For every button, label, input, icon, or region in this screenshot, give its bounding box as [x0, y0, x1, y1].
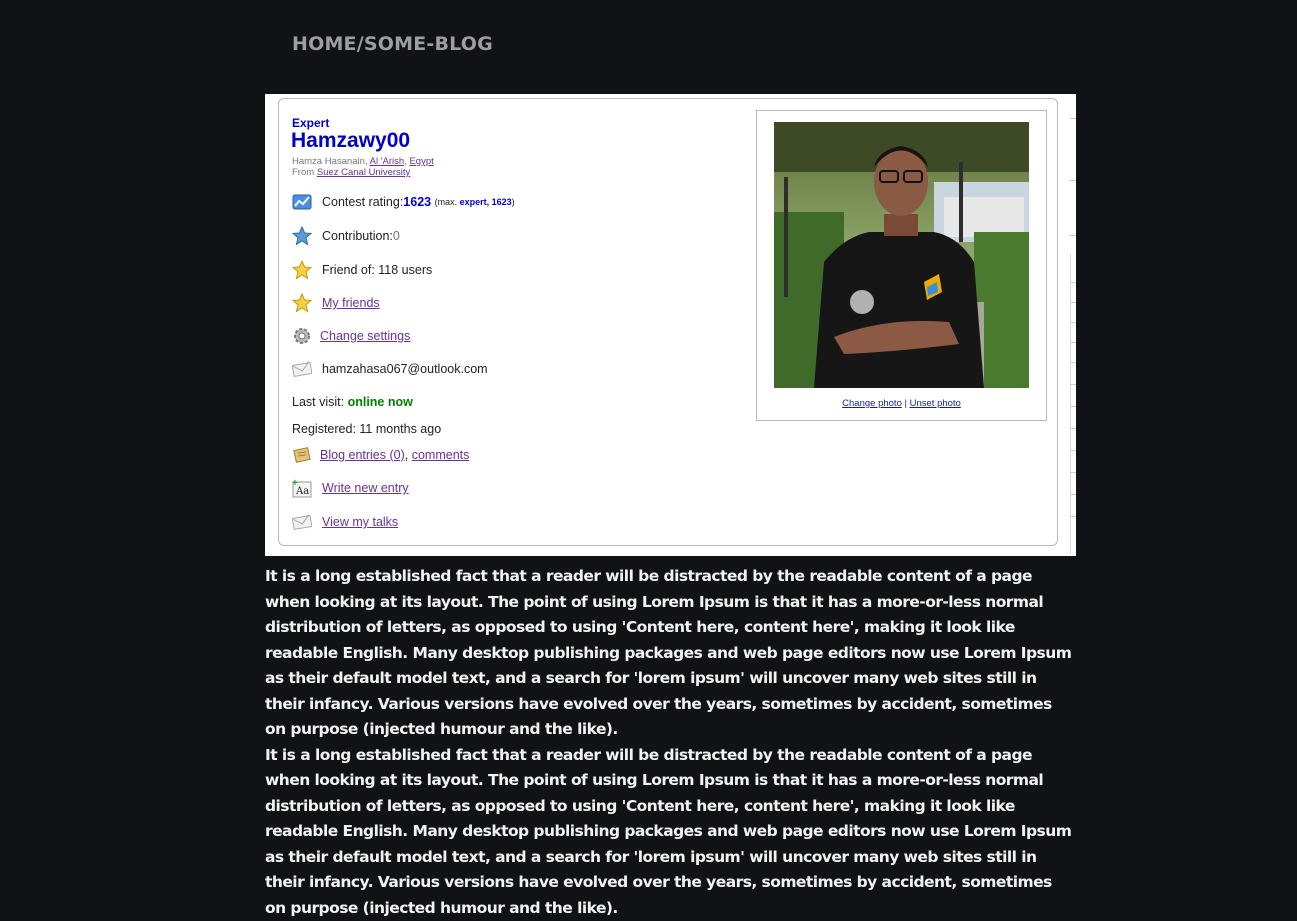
user-organization: From Suez Canal University	[292, 167, 410, 178]
city-link[interactable]: Al 'Arish	[370, 156, 405, 167]
last-visit-row: Last visit: online now	[292, 395, 413, 409]
blog-entries-link[interactable]: Blog entries (0)	[320, 448, 405, 462]
from-label: From	[292, 167, 317, 178]
contribution-row: Contribution: 0	[291, 224, 400, 248]
article-paragraph: It is a long established fact that a rea…	[265, 564, 1075, 743]
email-address: hamzahasa067@outlook.com	[322, 362, 488, 376]
blue-star-icon	[291, 225, 313, 247]
comments-link[interactable]: comments	[412, 448, 470, 462]
envelope-icon	[291, 511, 313, 533]
article-paragraph: It is a long established fact that a rea…	[265, 743, 1075, 921]
unset-photo-link[interactable]: Unset photo	[910, 398, 961, 409]
view-talks-row: View my talks	[291, 510, 398, 534]
online-status: online now	[348, 395, 413, 409]
max-rating: expert, 1623	[460, 197, 512, 207]
change-photo-link[interactable]: Change photo	[842, 398, 902, 409]
cropped-sidebar-edge	[1070, 94, 1076, 556]
profile-screenshot: Expert Hamzawy00 Hamza Hasanain, Al 'Ari…	[265, 94, 1076, 556]
user-name: Hamza Hasanain,	[292, 156, 370, 167]
gear-icon	[291, 325, 313, 347]
write-aa-icon: Aa+	[291, 477, 313, 499]
svg-text:+: +	[292, 478, 298, 489]
profile-card: Expert Hamzawy00 Hamza Hasanain, Al 'Ari…	[278, 98, 1058, 546]
photo-actions: Change photo | Unset photo	[757, 398, 1046, 409]
rating-chart-icon	[291, 191, 313, 213]
scroll-icon	[291, 444, 313, 466]
change-settings-row: Change settings	[291, 324, 410, 348]
user-handle: Hamzawy00	[291, 129, 410, 153]
gold-star-icon	[291, 259, 313, 281]
email-row: hamzahasa067@outlook.com	[291, 357, 488, 381]
change-settings-link[interactable]: Change settings	[320, 329, 410, 343]
view-my-talks-link[interactable]: View my talks	[322, 515, 398, 529]
my-friends-link[interactable]: My friends	[322, 296, 380, 310]
envelope-icon	[291, 358, 313, 380]
user-rank: Expert	[292, 116, 329, 130]
organization-link[interactable]: Suez Canal University	[317, 167, 410, 178]
user-photo	[774, 122, 1029, 388]
user-location: Hamza Hasanain, Al 'Arish, Egypt	[292, 156, 434, 167]
friend-of-count: Friend of: 118 users	[322, 263, 432, 277]
gold-star-icon	[291, 292, 313, 314]
my-friends-row: My friends	[291, 291, 380, 315]
contribution-value: 0	[393, 229, 400, 243]
contest-rating-row: Contest rating: 1623 (max. expert, 1623)	[291, 190, 515, 214]
rating-value: 1623	[403, 195, 431, 209]
blog-entries-row: Blog entries (0), comments	[291, 443, 469, 467]
write-new-entry-link[interactable]: Write new entry	[322, 481, 409, 495]
photo-frame: Change photo | Unset photo	[756, 110, 1047, 421]
blog-article: It is a long established fact that a rea…	[265, 564, 1075, 921]
write-entry-row: Aa+ Write new entry	[291, 476, 409, 500]
country-link[interactable]: Egypt	[409, 156, 433, 167]
registered-row: Registered: 11 months ago	[292, 422, 441, 436]
friend-of-row: Friend of: 118 users	[291, 258, 432, 282]
breadcrumb[interactable]: HOME/SOME-BLOG	[292, 33, 493, 55]
